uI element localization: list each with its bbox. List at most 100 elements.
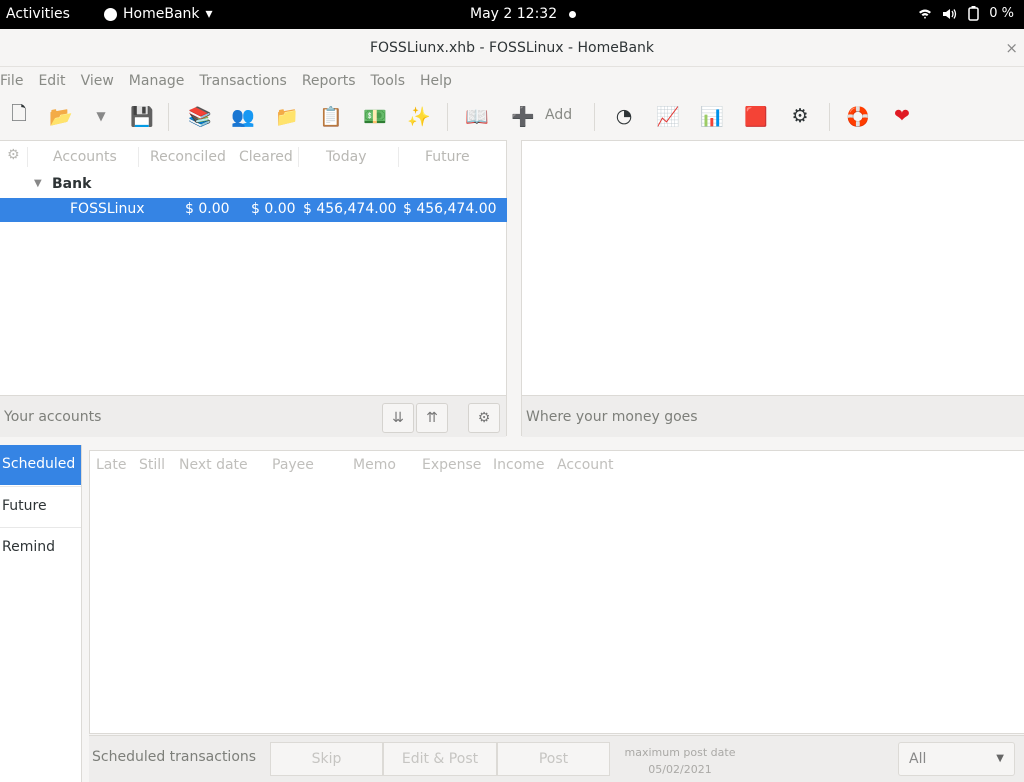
- account-group-bank[interactable]: ▼ Bank: [0, 173, 506, 198]
- col-cleared[interactable]: Cleared: [239, 149, 293, 165]
- toolbar-separator: [168, 103, 169, 131]
- col-late[interactable]: Late: [96, 457, 126, 473]
- help-lifebuoy-icon[interactable]: 🛟: [845, 103, 871, 129]
- close-icon[interactable]: ×: [1005, 29, 1018, 67]
- menu-edit[interactable]: Edit: [38, 73, 65, 89]
- window-title: FOSSLiunx.xhb - FOSSLinux - HomeBank: [369, 40, 655, 56]
- column-divider: [27, 147, 28, 167]
- expand-all-icon[interactable]: ⇊: [382, 403, 414, 433]
- col-income[interactable]: Income: [493, 457, 545, 473]
- chevron-down-icon: ▼: [996, 753, 1004, 764]
- col-next-date[interactable]: Next date: [179, 457, 248, 473]
- max-post-date-value: 05/02/2021: [648, 763, 712, 776]
- assistant-wand-icon[interactable]: ✨: [406, 103, 432, 129]
- add-transaction-icon[interactable]: ➕: [510, 103, 536, 129]
- collapse-all-icon[interactable]: ⇈: [416, 403, 448, 433]
- manage-scheduled-icon[interactable]: 📋: [318, 103, 344, 129]
- menu-file[interactable]: File: [0, 73, 23, 89]
- scheduled-sidebar: Scheduled Future Remind: [0, 445, 82, 782]
- col-payee[interactable]: Payee: [272, 457, 314, 473]
- app-menu[interactable]: HomeBank ▾: [104, 6, 213, 22]
- battery-percent: 0 %: [989, 6, 1014, 21]
- clock[interactable]: May 2 12:32: [470, 6, 577, 22]
- account-future: $ 456,474.00: [403, 201, 497, 217]
- filter-value: All: [909, 751, 927, 767]
- col-expense[interactable]: Expense: [422, 457, 481, 473]
- toolbar-separator: [594, 103, 595, 131]
- accounts-footer-label: Your accounts: [4, 409, 102, 425]
- menu-help[interactable]: Help: [420, 73, 452, 89]
- manage-accounts-icon[interactable]: 📚: [187, 103, 213, 129]
- system-status-menu[interactable]: 0 %: [918, 6, 1014, 21]
- statistics-pie-icon[interactable]: ◔: [611, 103, 637, 129]
- account-today: $ 456,474.00: [303, 201, 397, 217]
- post-button[interactable]: Post: [497, 742, 610, 776]
- chevron-down-icon: ▾: [205, 6, 213, 22]
- column-divider: [398, 147, 399, 167]
- column-divider: [298, 147, 299, 167]
- donate-heart-icon[interactable]: ❤: [889, 103, 915, 129]
- clock-label: May 2 12:32: [470, 6, 558, 22]
- col-memo[interactable]: Memo: [353, 457, 396, 473]
- accounts-panel: ⚙ Accounts Reconciled Cleared Today Futu…: [0, 140, 507, 437]
- toolbar: 🗋 📂 ▼ 💾 📚 👥 📁 📋 💵 ✨ 📖 ➕ ◔ 📈 📊 🟥 ⚙ 🛟 ❤: [0, 95, 1024, 139]
- max-post-date-label: maximum post date: [624, 746, 736, 759]
- toolbar-separator: [829, 103, 830, 131]
- group-name: Bank: [52, 176, 92, 192]
- col-accounts[interactable]: Accounts: [53, 149, 117, 165]
- battery-icon: [968, 6, 979, 21]
- max-post-date[interactable]: maximum post date 05/02/2021: [624, 744, 736, 778]
- account-reconciled: $ 0.00: [185, 201, 230, 217]
- col-still[interactable]: Still: [139, 457, 165, 473]
- col-today[interactable]: Today: [326, 149, 367, 165]
- menu-transactions[interactable]: Transactions: [199, 73, 286, 89]
- show-account-book-icon[interactable]: 📖: [464, 103, 490, 129]
- open-recent-dropdown-icon[interactable]: ▼: [88, 103, 114, 129]
- notification-dot-icon: [569, 10, 577, 18]
- menu-view[interactable]: View: [81, 73, 114, 89]
- menu-manage[interactable]: Manage: [129, 73, 185, 89]
- activities-button[interactable]: Activities: [6, 6, 70, 22]
- wifi-icon: [919, 9, 932, 19]
- col-account[interactable]: Account: [557, 457, 614, 473]
- toolbar-separator: [447, 103, 448, 131]
- open-file-icon[interactable]: 📂: [48, 103, 74, 129]
- gear-icon[interactable]: ⚙: [468, 403, 500, 433]
- col-reconciled[interactable]: Reconciled: [150, 149, 226, 165]
- accounts-footer: Your accounts ⇊ ⇈ ⚙: [0, 395, 506, 437]
- app-icon: [104, 7, 117, 21]
- add-button-label[interactable]: Add: [545, 107, 572, 123]
- manage-budget-icon[interactable]: 💵: [362, 103, 388, 129]
- account-cleared: $ 0.00: [251, 201, 296, 217]
- budget-report-icon[interactable]: 🟥: [743, 103, 769, 129]
- accounts-header: ⚙ Accounts Reconciled Cleared Today Futu…: [0, 141, 506, 173]
- tab-scheduled[interactable]: Scheduled: [0, 445, 81, 485]
- gear-icon[interactable]: ⚙: [7, 147, 20, 163]
- manage-payees-icon[interactable]: 👥: [230, 103, 256, 129]
- edit-post-button[interactable]: Edit & Post: [383, 742, 497, 776]
- balance-chart-icon[interactable]: 📊: [699, 103, 725, 129]
- tab-future[interactable]: Future: [0, 486, 81, 526]
- menu-reports[interactable]: Reports: [302, 73, 356, 89]
- volume-icon: [943, 8, 957, 19]
- app-menu-label: HomeBank: [123, 6, 200, 22]
- manage-categories-icon[interactable]: 📁: [274, 103, 300, 129]
- scheduled-filter-select[interactable]: All ▼: [898, 742, 1015, 776]
- vehicle-cost-icon[interactable]: ⚙: [787, 103, 813, 129]
- col-future[interactable]: Future: [425, 149, 470, 165]
- trend-chart-icon[interactable]: 📈: [655, 103, 681, 129]
- menu-tools[interactable]: Tools: [371, 73, 406, 89]
- account-name: FOSSLinux: [70, 201, 145, 217]
- account-row[interactable]: FOSSLinux $ 0.00 $ 0.00 $ 456,474.00 $ 4…: [0, 198, 507, 222]
- money-goes-label: Where your money goes: [526, 409, 698, 425]
- save-icon[interactable]: 💾: [129, 103, 155, 129]
- scheduled-footer: Scheduled transactions Skip Edit & Post …: [89, 735, 1024, 782]
- skip-button[interactable]: Skip: [270, 742, 383, 776]
- scheduled-list[interactable]: Late Still Next date Payee Memo Expense …: [89, 450, 1024, 734]
- expander-triangle-icon[interactable]: ▼: [34, 178, 42, 189]
- new-file-icon[interactable]: 🗋: [6, 103, 32, 129]
- tab-remind[interactable]: Remind: [0, 527, 81, 567]
- column-divider: [138, 147, 139, 167]
- scheduled-footer-label: Scheduled transactions: [92, 749, 257, 765]
- money-goes-panel: Where your money goes: [521, 140, 1024, 437]
